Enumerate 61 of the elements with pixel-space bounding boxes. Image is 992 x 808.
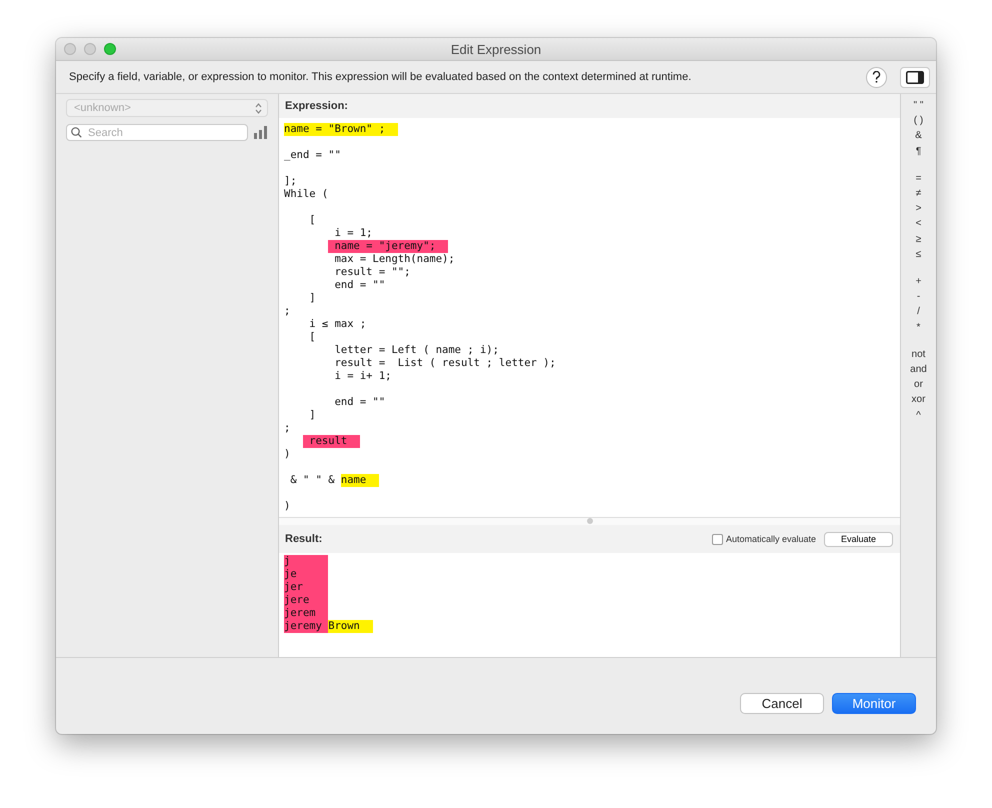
operator-button[interactable]: " " <box>901 98 936 114</box>
code-line: end = "" <box>334 279 386 292</box>
search-field[interactable]: Search <box>66 124 248 141</box>
code-line: i ≤ max ; <box>308 318 366 331</box>
operator-button[interactable]: / <box>901 304 936 320</box>
window-title: Edit Expression <box>450 42 542 56</box>
help-button[interactable] <box>866 66 887 88</box>
operator-button[interactable]: * <box>901 320 936 335</box>
expression-label: Expression: <box>285 100 348 112</box>
code-line: i = 1; <box>334 227 373 240</box>
code-line: While ( <box>284 188 328 202</box>
close-button[interactable] <box>64 43 76 55</box>
result-label: Result: <box>285 533 322 545</box>
sidebar-icon <box>906 70 924 84</box>
code-line: ) <box>284 448 290 462</box>
operator-button[interactable]: xor <box>901 392 936 408</box>
operator-button[interactable]: ≤ <box>901 246 936 262</box>
code-line: max = Length(name); <box>334 253 455 266</box>
operator-button[interactable]: ^ <box>901 408 936 423</box>
operator-button[interactable]: = <box>901 170 936 186</box>
code-line: ; <box>284 422 290 435</box>
operator-button[interactable]: ≠ <box>901 186 936 202</box>
code-line: result = ""; <box>334 266 410 279</box>
bar-chart-icon[interactable] <box>254 126 268 139</box>
operator-button[interactable]: ≥ <box>901 232 936 247</box>
code-line: end = "" <box>334 396 386 409</box>
checkbox[interactable] <box>712 534 723 544</box>
cancel-button[interactable]: Cancel <box>740 693 824 714</box>
description-text: Specify a field, variable, or expression to monitor. This expression will be evaluated based on the context determined at runtime. <box>69 71 692 83</box>
updown-icon <box>255 102 262 114</box>
operator-button[interactable]: > <box>901 201 936 216</box>
operator-button[interactable]: & <box>901 128 936 144</box>
resize-handle[interactable] <box>586 518 592 524</box>
operator-button[interactable]: + <box>901 274 936 290</box>
code-line: result = List ( result ; letter ); <box>334 357 556 370</box>
code-line: ; <box>284 305 290 318</box>
zoom-button[interactable] <box>104 43 116 55</box>
code-line: [ <box>308 331 316 344</box>
operator-button[interactable]: ( ) <box>901 113 936 128</box>
checkbox-label: Automatically evaluate <box>726 534 816 544</box>
minimize-button[interactable] <box>84 43 96 55</box>
code-line: letter = Left ( name ; i); <box>334 344 499 357</box>
operator-button[interactable]: not <box>901 346 936 362</box>
code-line: ] <box>308 292 316 305</box>
operator-button[interactable]: < <box>901 216 936 232</box>
code-line: [ <box>308 214 316 227</box>
evaluate-button[interactable]: Evaluate <box>824 532 893 546</box>
code-line: i = i+ 1; <box>334 370 392 384</box>
monitor-button[interactable]: Monitor <box>832 693 916 714</box>
code-line: ] <box>308 409 316 422</box>
operator-button[interactable]: and <box>901 362 936 378</box>
code-line: & " " & name <box>284 474 379 500</box>
code-line: ]; <box>284 175 297 188</box>
operator-button[interactable]: - <box>901 289 936 304</box>
sidebar-toggle-button[interactable] <box>900 66 930 88</box>
code-line: _end = "" <box>284 149 341 163</box>
operator-button[interactable]: ¶ <box>901 144 936 159</box>
operator-button[interactable]: or <box>901 377 936 392</box>
code-line: ) <box>284 500 290 513</box>
question-icon <box>872 71 881 83</box>
result-line: jeremy Brown <box>284 620 373 633</box>
